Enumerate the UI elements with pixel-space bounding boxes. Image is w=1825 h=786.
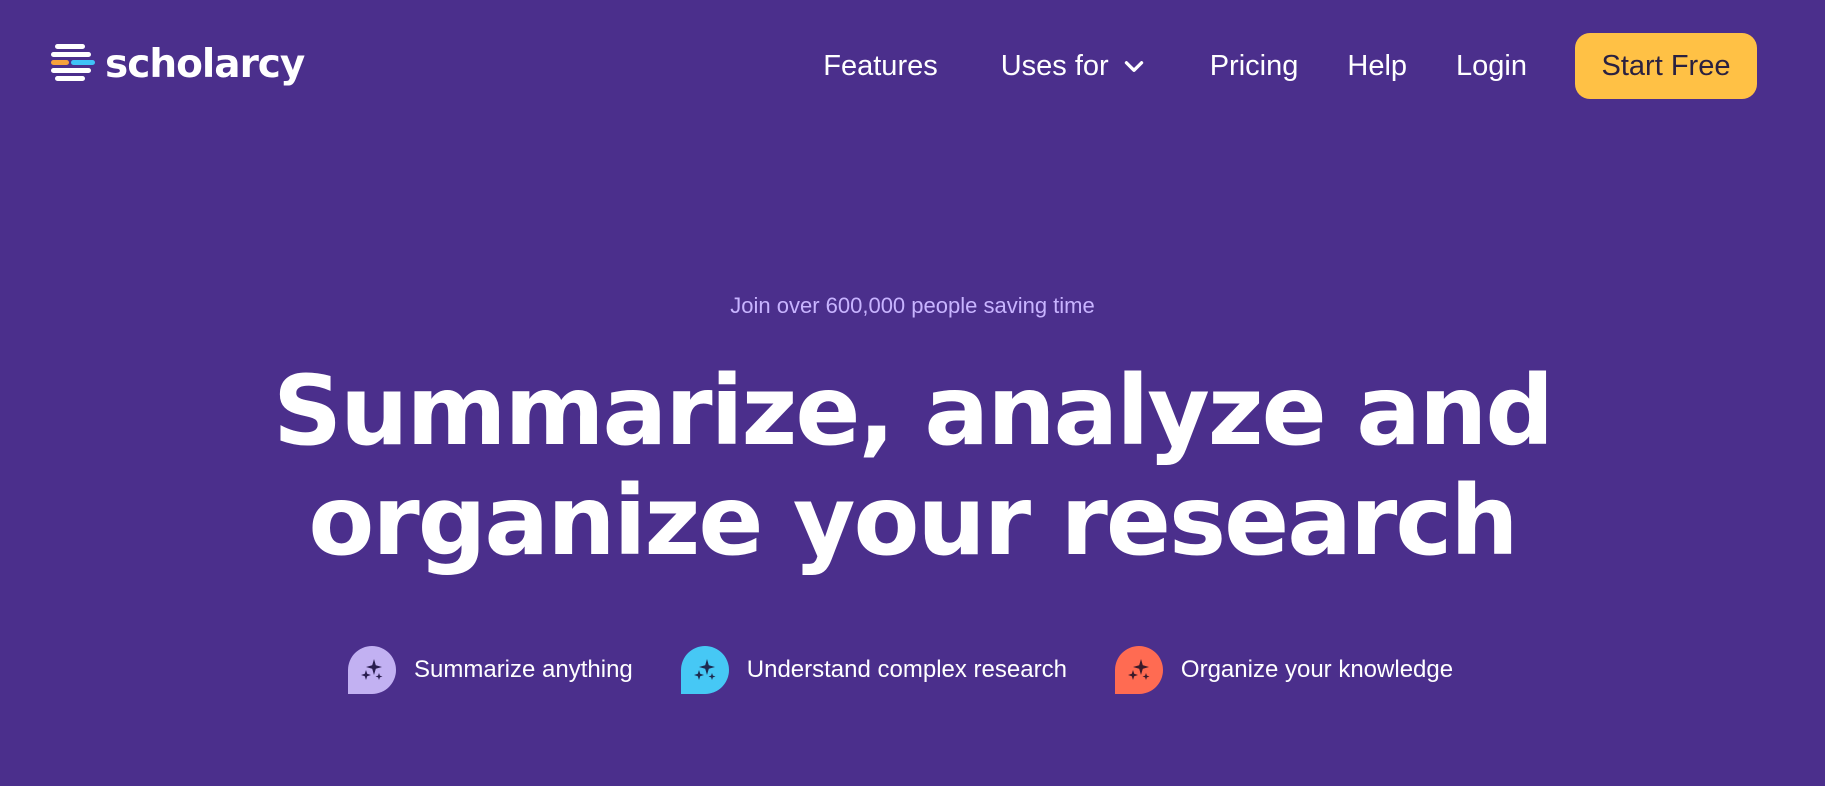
brand-name: scholarcy [105, 42, 305, 87]
start-free-button[interactable]: Start Free [1575, 33, 1757, 99]
feature-list: Summarize anything Understand complex re… [348, 645, 1453, 695]
scholarcy-logo[interactable]: scholarcy [51, 41, 305, 89]
hero-headline-line-1: Summarize, analyze and [272, 355, 1554, 467]
nav-uses-for[interactable]: Uses for [1001, 50, 1147, 83]
hero-headline-line-2: organize your research [308, 465, 1518, 577]
scholarcy-logo-icon [51, 41, 97, 89]
hero-headline: Summarize, analyze and organize your res… [0, 356, 1825, 576]
feature-summarize: Summarize anything [348, 646, 633, 694]
nav-help[interactable]: Help [1347, 50, 1407, 83]
hero-eyebrow: Join over 600,000 people saving time [730, 293, 1095, 318]
feature-label: Summarize anything [414, 656, 633, 683]
site-header: scholarcy Features Uses for Pricing Help… [0, 0, 1825, 132]
nav-features[interactable]: Features [823, 50, 937, 83]
feature-understand: Understand complex research [680, 646, 1067, 694]
main-nav: Features Uses for Pricing Help Login Sta… [823, 33, 1757, 99]
feature-organize: Organize your knowledge [1114, 646, 1454, 694]
nav-uses-for-label: Uses for [1000, 49, 1109, 82]
chevron-down-icon [1124, 61, 1143, 72]
sparkle-icon [1114, 646, 1163, 694]
sparkle-icon [348, 646, 396, 694]
nav-login[interactable]: Login [1456, 50, 1527, 83]
feature-label: Understand complex research [746, 656, 1067, 683]
nav-pricing[interactable]: Pricing [1210, 50, 1299, 83]
feature-label: Organize your knowledge [1180, 656, 1454, 683]
sparkle-icon [680, 646, 729, 694]
